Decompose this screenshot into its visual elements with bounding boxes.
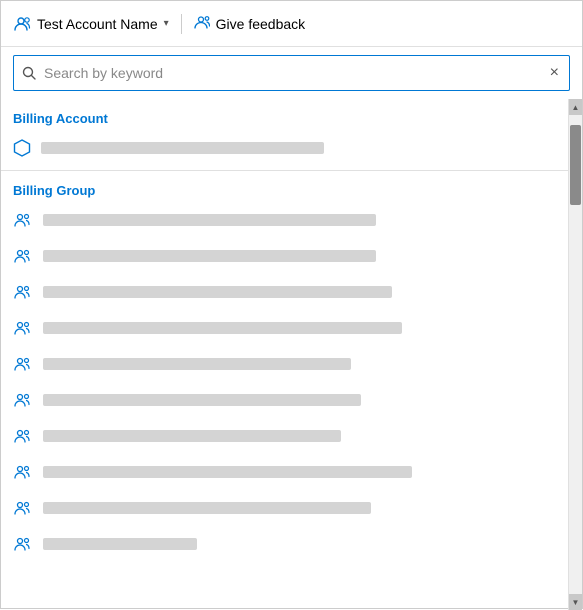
scrollbar: ▲ ▼ [568,99,582,610]
group-icon [13,210,33,230]
give-feedback-button[interactable]: Give feedback [194,14,306,33]
group-icon [13,462,33,482]
group-item-text [43,322,556,334]
group-item-text [43,250,556,262]
search-icon [22,66,36,80]
scrollbar-thumb[interactable] [570,125,581,205]
list-item[interactable] [1,382,568,418]
group-icon [13,246,33,266]
group-icon [13,390,33,410]
clear-search-button[interactable]: × [548,63,561,83]
billing-account-header: Billing Account [1,103,568,130]
group-item-text [43,394,556,406]
list-item[interactable] [1,490,568,526]
scrollbar-thumb-area [569,115,582,594]
group-item-text [43,286,556,298]
scrollbar-down-button[interactable]: ▼ [569,594,583,610]
billing-group-header: Billing Group [1,175,568,202]
billing-account-icon [13,139,31,157]
group-item-text [43,502,556,514]
list-item[interactable] [1,310,568,346]
group-icon [13,426,33,446]
feedback-icon [194,14,210,33]
group-icon [13,318,33,338]
list-item[interactable] [1,202,568,238]
group-item-text [43,214,556,226]
feedback-label: Give feedback [216,16,306,32]
list-item[interactable] [1,346,568,382]
account-switcher[interactable]: Test Account Name ▾ [37,16,169,32]
header-divider [181,14,182,34]
list-item[interactable] [1,238,568,274]
search-bar: × [13,55,570,91]
list-item[interactable] [1,526,568,562]
list-item[interactable] [1,454,568,490]
section-divider [1,170,568,171]
group-icon [13,498,33,518]
account-icon [13,14,33,34]
list-item[interactable] [1,418,568,454]
group-icon [13,282,33,302]
billing-account-item[interactable] [1,130,568,166]
group-item-text [43,430,556,442]
group-item-text [43,358,556,370]
scrollbar-up-button[interactable]: ▲ [569,99,583,115]
search-input[interactable] [44,65,540,81]
billing-account-text [41,142,556,154]
group-icon [13,534,33,554]
account-name: Test Account Name [37,16,158,32]
group-item-text [43,538,556,550]
group-icon [13,354,33,374]
list-item[interactable] [1,274,568,310]
header: Test Account Name ▾ Give feedback [1,1,582,47]
content-area: Billing Account Billing Group [1,99,582,610]
scroll-content: Billing Account Billing Group [1,99,568,610]
chevron-down-icon: ▾ [164,18,169,29]
group-item-text [43,466,556,478]
